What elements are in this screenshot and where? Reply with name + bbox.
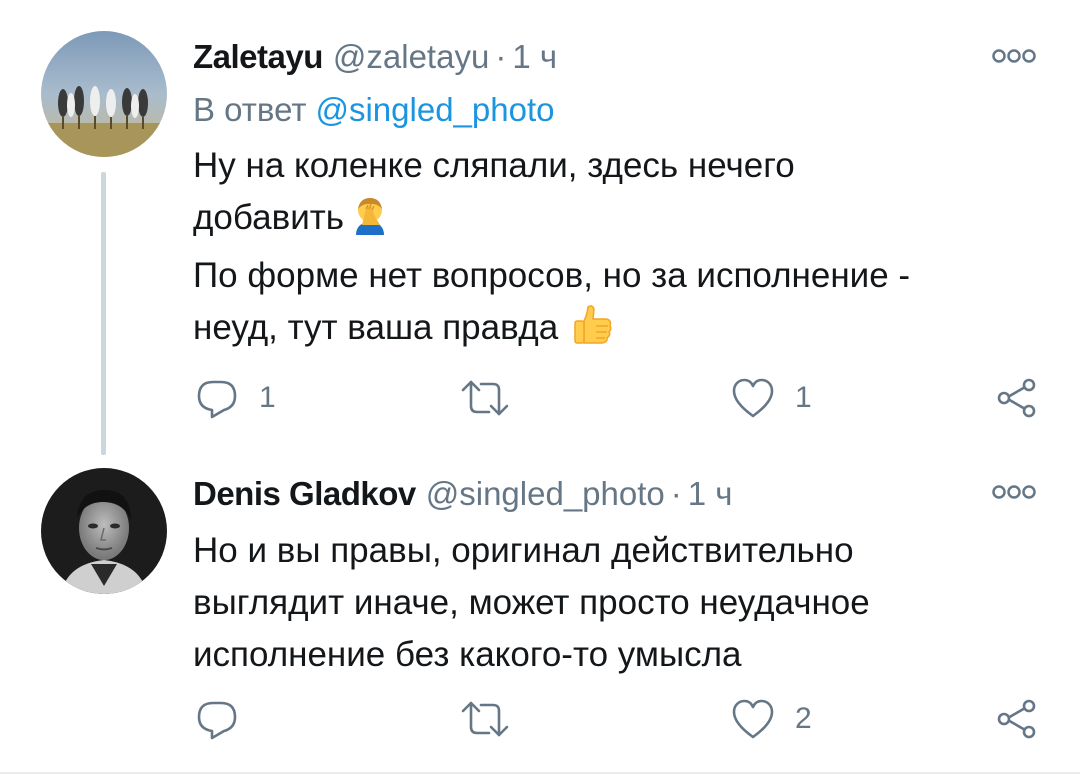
reply-count: 1: [259, 381, 276, 414]
tweet-text-segment: добавить: [193, 198, 345, 237]
reply-button[interactable]: 1: [195, 376, 295, 420]
avatar[interactable]: [41, 31, 167, 157]
tweet-text-line: исполнение без какого-то умысла: [193, 635, 742, 674]
reply-context: В ответ @singled_photo: [193, 90, 554, 130]
retweet-icon: [461, 701, 509, 737]
tweet-text-line: Ну на коленке сляпали, здесь нечего: [193, 146, 795, 185]
tweet-text-line: По форме нет вопросов, но за исполнение …: [193, 256, 911, 295]
share-button[interactable]: [995, 697, 1039, 741]
reply-prefix: В ответ: [193, 91, 307, 128]
like-count: 1: [795, 381, 812, 414]
divider: [0, 772, 1080, 774]
share-icon: [997, 699, 1036, 739]
more-options-icon: [992, 485, 1036, 499]
share-button[interactable]: [995, 376, 1039, 420]
face-palm-emoji: [352, 195, 388, 250]
more-options-icon: [992, 49, 1036, 63]
tweet-text-line: добавить: [193, 192, 1033, 250]
more-options-button[interactable]: [991, 46, 1037, 66]
separator-dot: ·: [495, 38, 507, 75]
separator-dot: ·: [670, 475, 682, 512]
tweet-text-line: выглядит иначе, может просто неудачное: [193, 583, 870, 622]
heart-icon: [732, 699, 774, 739]
tweet-text-segment: неуд, тут ваша правда: [193, 308, 559, 347]
more-options-button[interactable]: [991, 482, 1037, 502]
tweet-header: Zaletayu @zaletayu · 1 ч: [193, 37, 557, 77]
reply-icon: [197, 380, 237, 419]
retweet-icon: [461, 380, 509, 416]
share-icon: [997, 378, 1036, 418]
thread-line: [101, 172, 106, 455]
tweet-header: Denis Gladkov @singled_photo · 1 ч: [193, 474, 732, 514]
thumbs-up-emoji: [572, 303, 612, 360]
tweet-text-line: Но и вы правы, оригинал действительно: [193, 531, 854, 570]
like-count: 2: [795, 702, 812, 735]
tweet-text-line: неуд, тут ваша правда: [193, 302, 1033, 360]
tweet-text: Ну на коленке сляпали, здесь нечего доба…: [193, 140, 1033, 360]
retweet-button[interactable]: [460, 376, 520, 420]
tweet[interactable]: Zaletayu @zaletayu · 1 ч В ответ @singled_ph…: [0, 0, 1080, 455]
display-name[interactable]: Denis Gladkov: [193, 475, 416, 512]
like-button[interactable]: 2: [731, 697, 831, 741]
mention-link[interactable]: @singled_photo: [315, 91, 554, 128]
reply-icon: [197, 701, 237, 740]
user-handle[interactable]: @zaletayu: [333, 38, 489, 75]
like-button[interactable]: 1: [731, 376, 831, 420]
avatar[interactable]: [41, 468, 167, 594]
user-handle[interactable]: @singled_photo: [426, 475, 665, 512]
timestamp[interactable]: 1 ч: [512, 38, 557, 75]
heart-icon: [732, 378, 774, 418]
tweet[interactable]: Denis Gladkov @singled_photo · 1 ч Но и вы …: [0, 455, 1080, 772]
retweet-button[interactable]: [460, 697, 520, 741]
timestamp[interactable]: 1 ч: [688, 475, 733, 512]
reply-button[interactable]: [195, 697, 295, 741]
display-name[interactable]: Zaletayu: [193, 38, 323, 75]
tweet-text: Но и вы правы, оригинал действительно вы…: [193, 525, 1033, 681]
